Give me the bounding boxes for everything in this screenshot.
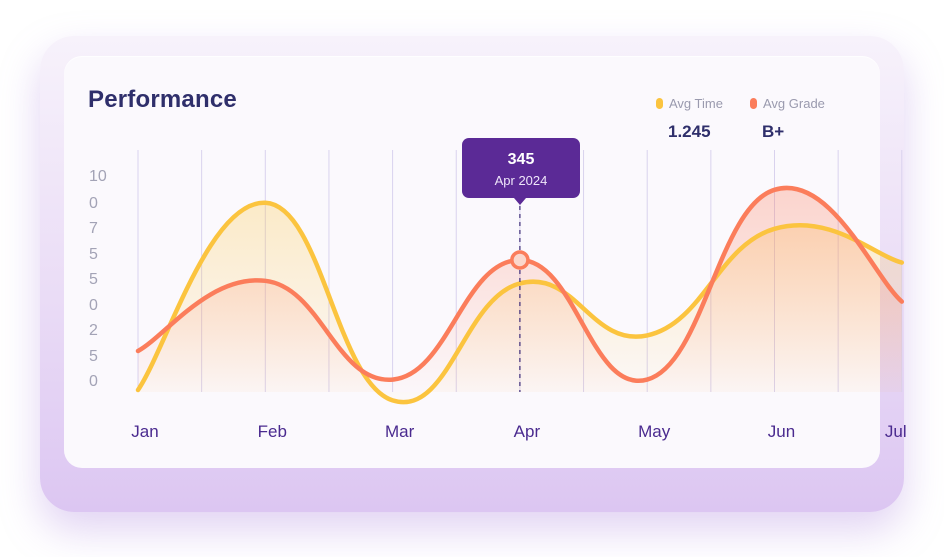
avg-time-dot-icon [656, 98, 663, 109]
highlight-marker [510, 250, 530, 270]
y-tick-label: 7 [89, 220, 98, 237]
x-tick-label: Jul [885, 422, 907, 441]
legend-avg-grade-label: Avg Grade [763, 96, 825, 111]
y-tick-label: 5 [89, 348, 98, 365]
performance-chart: 10 0 7 5 5 0 2 5 0 Jan Feb Mar Apr May Jun Jul [89, 150, 907, 441]
x-tick-label: Jun [768, 422, 795, 441]
x-tick-label: Apr [514, 422, 541, 441]
y-tick-label: 5 [89, 271, 98, 288]
y-tick-label: 0 [89, 297, 98, 314]
legend-avg-grade[interactable]: Avg Grade [750, 96, 825, 111]
x-tick-label: Jan [131, 422, 158, 441]
x-tick-label: Feb [258, 422, 287, 441]
y-tick-label: 0 [89, 373, 98, 390]
tooltip-date: Apr 2024 [494, 173, 548, 188]
y-tick-label: 10 [89, 168, 107, 185]
x-tick-label: May [638, 422, 671, 441]
avg-time-value: 1.245 [668, 122, 711, 141]
tooltip-value: 345 [507, 151, 535, 168]
avg-grade-value: B+ [762, 122, 785, 141]
legend-avg-time[interactable]: Avg Time [656, 96, 723, 111]
avg-grade-dot-icon [750, 98, 757, 109]
legend-avg-time-label: Avg Time [669, 96, 723, 111]
y-tick-label: 2 [89, 322, 98, 339]
y-tick-label: 0 [89, 195, 98, 212]
chart-title: Performance [88, 86, 237, 113]
x-tick-label: Mar [385, 422, 415, 441]
y-tick-label: 5 [89, 246, 98, 263]
data-tooltip: 345 Apr 2024 [462, 138, 580, 205]
